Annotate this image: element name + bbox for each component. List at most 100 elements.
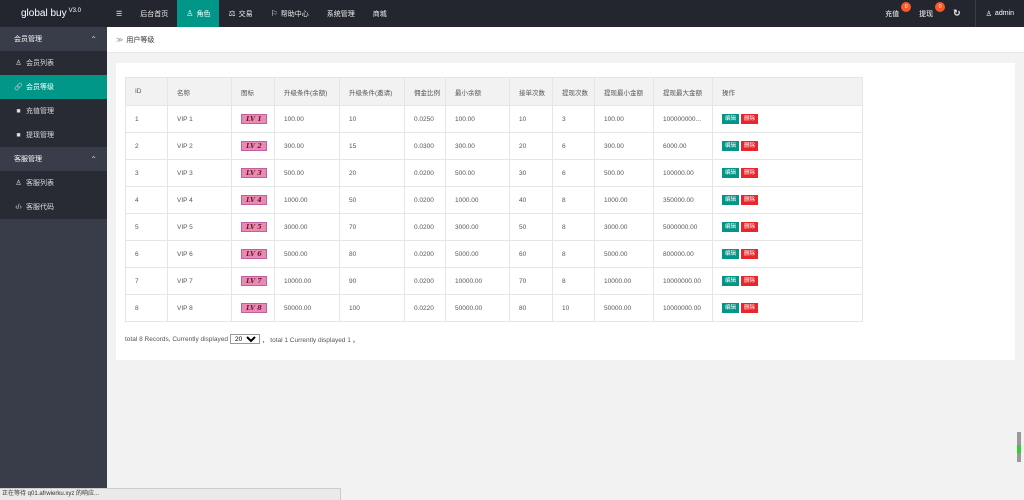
nav-trade[interactable]: ⚖ 交易 [219, 0, 261, 27]
nav-system[interactable]: 系统管理 [318, 0, 364, 27]
user-menu[interactable]: ♙ admin [976, 0, 1024, 27]
delete-button[interactable]: 删除 [741, 141, 759, 151]
cell-min-balance: 300.00 [445, 132, 510, 160]
cell-withdraw-times: 10 [552, 294, 595, 322]
cell-name: VIP 5 [167, 213, 232, 241]
cell-up-balance: 300.00 [274, 132, 340, 160]
nav-role[interactable]: ♙ 角色 [177, 0, 220, 27]
cell-up-balance: 100.00 [274, 105, 340, 133]
delete-button[interactable]: 删除 [741, 249, 759, 259]
column-header: ID [125, 77, 168, 106]
sidebar-item-member-list[interactable]: ♙ 会员列表 [0, 51, 107, 75]
edit-button[interactable]: 编辑 [722, 276, 740, 286]
cell-actions: 编辑 删除 [712, 213, 863, 241]
brand-logo[interactable]: global buy V3.0 [0, 0, 107, 27]
recharge-label: 充值 [885, 10, 900, 18]
edit-button[interactable]: 编辑 [722, 195, 740, 205]
nav-home[interactable]: 后台首页 [131, 0, 177, 27]
edit-button[interactable]: 编辑 [722, 114, 740, 124]
cell-wd-min: 500.00 [594, 159, 654, 187]
hamburger-icon[interactable]: ☰ [107, 0, 131, 27]
edit-button[interactable]: 编辑 [722, 303, 740, 313]
cell-up-balance: 1000.00 [274, 186, 340, 214]
cell-wd-min: 100.00 [594, 105, 654, 133]
cell-name: VIP 2 [167, 132, 232, 160]
cell-orders: 30 [509, 159, 553, 187]
edit-button[interactable]: 编辑 [722, 168, 740, 178]
cell-level-icon: LV 6 [231, 240, 275, 268]
cell-wd-max: 6000.00 [653, 132, 713, 160]
cell-id: 4 [125, 186, 168, 214]
pagination: total 8 Records, Currently displayed 20 … [125, 334, 359, 344]
sidebar-item-service-code[interactable]: ‹/› 客服代码 [0, 195, 107, 219]
page-size-select[interactable]: 20 [229, 334, 260, 344]
cell-level-icon: LV 1 [231, 105, 275, 133]
cell-orders: 10 [509, 105, 553, 133]
refresh-icon[interactable]: ↻ [943, 0, 971, 27]
sidebar-item-withdraw[interactable]: ■ 提现管理 [0, 123, 107, 147]
column-header: 提现次数 [552, 77, 595, 106]
nav-mall[interactable]: 商城 [364, 0, 396, 27]
user-icon: ♙ [985, 10, 992, 18]
sidebar-group-service[interactable]: 客服管理 ⌃ [0, 147, 107, 171]
cell-name: VIP 1 [167, 105, 232, 133]
delete-button[interactable]: 删除 [741, 114, 759, 124]
cell-orders: 40 [509, 186, 553, 214]
delete-button[interactable]: 删除 [741, 195, 759, 205]
cell-up-invite: 15 [339, 132, 405, 160]
sidebar-group-members[interactable]: 会员管理 ⌃ [0, 27, 107, 51]
sidebar-item-member-level[interactable]: 🔗 会员等级 [0, 75, 107, 99]
sidebar-item-label: 充值管理 [26, 108, 54, 115]
cell-wd-max: 100000.00 [653, 159, 713, 187]
cell-withdraw-times: 8 [552, 267, 595, 295]
recharge-button[interactable]: 充值 0 [875, 0, 912, 27]
sidebar-group-label: 客服管理 [14, 156, 42, 163]
table-row: 7 VIP 7 LV 7 10000.00 90 0.0200 10000.00 70 8 100… [125, 267, 863, 295]
cell-up-invite: 100 [339, 294, 405, 322]
column-header: 接单次数 [509, 77, 553, 106]
link-icon: 🔗 [14, 84, 23, 91]
cell-orders: 80 [509, 294, 553, 322]
cell-commission: 0.0220 [404, 294, 446, 322]
cell-wd-max: 800000.00 [653, 240, 713, 268]
nav-help[interactable]: ⚐ 帮助中心 [262, 0, 318, 27]
nav-help-label: 帮助中心 [280, 10, 309, 18]
cell-commission: 0.0200 [404, 240, 446, 268]
column-header: 图标 [231, 77, 275, 106]
delete-button[interactable]: 删除 [741, 222, 759, 232]
delete-button[interactable]: 删除 [741, 168, 759, 178]
column-header: 升级条件(余额) [274, 77, 340, 106]
table-row: 3 VIP 3 LV 3 500.00 20 0.0200 500.00 30 6 500.00 1… [125, 159, 863, 187]
cell-id: 5 [125, 213, 168, 241]
content-card: ID 名称 图标 升级条件(余额) 升级条件(邀请) 佣金比例 最小余额 接单次数 提现次数 提现… [116, 63, 1015, 360]
sidebar-item-service-list[interactable]: ♙ 客服列表 [0, 171, 107, 195]
withdraw-button[interactable]: 提现 0 [909, 0, 946, 27]
edit-button[interactable]: 编辑 [722, 249, 740, 259]
user-name: admin [994, 10, 1014, 17]
cell-up-balance: 500.00 [274, 159, 340, 187]
sidebar-item-recharge[interactable]: ■ 充值管理 [0, 99, 107, 123]
cell-wd-max: 5000000.00 [653, 213, 713, 241]
edit-button[interactable]: 编辑 [722, 141, 740, 151]
cell-min-balance: 3000.00 [445, 213, 510, 241]
users-icon: ♙ [15, 180, 22, 187]
cell-wd-max: 100000000... [653, 105, 713, 133]
cell-up-invite: 50 [339, 186, 405, 214]
sidebar-item-label: 客服代码 [26, 204, 54, 211]
cell-actions: 编辑 删除 [712, 240, 863, 268]
sidebar-group-label: 会员管理 [14, 36, 42, 43]
chevron-up-icon: ⌃ [90, 34, 97, 44]
brand-version: V3.0 [68, 7, 81, 14]
cell-orders: 60 [509, 240, 553, 268]
delete-button[interactable]: 删除 [741, 276, 759, 286]
cell-actions: 编辑 删除 [712, 105, 863, 133]
cell-withdraw-times: 6 [552, 159, 595, 187]
scrollbar-thumb[interactable] [1017, 445, 1021, 453]
cell-wd-max: 350000.00 [653, 186, 713, 214]
cell-min-balance: 100.00 [445, 105, 510, 133]
cell-id: 3 [125, 159, 168, 187]
cell-level-icon: LV 3 [231, 159, 275, 187]
delete-button[interactable]: 删除 [741, 303, 759, 313]
edit-button[interactable]: 编辑 [722, 222, 740, 232]
cell-level-icon: LV 5 [231, 213, 275, 241]
